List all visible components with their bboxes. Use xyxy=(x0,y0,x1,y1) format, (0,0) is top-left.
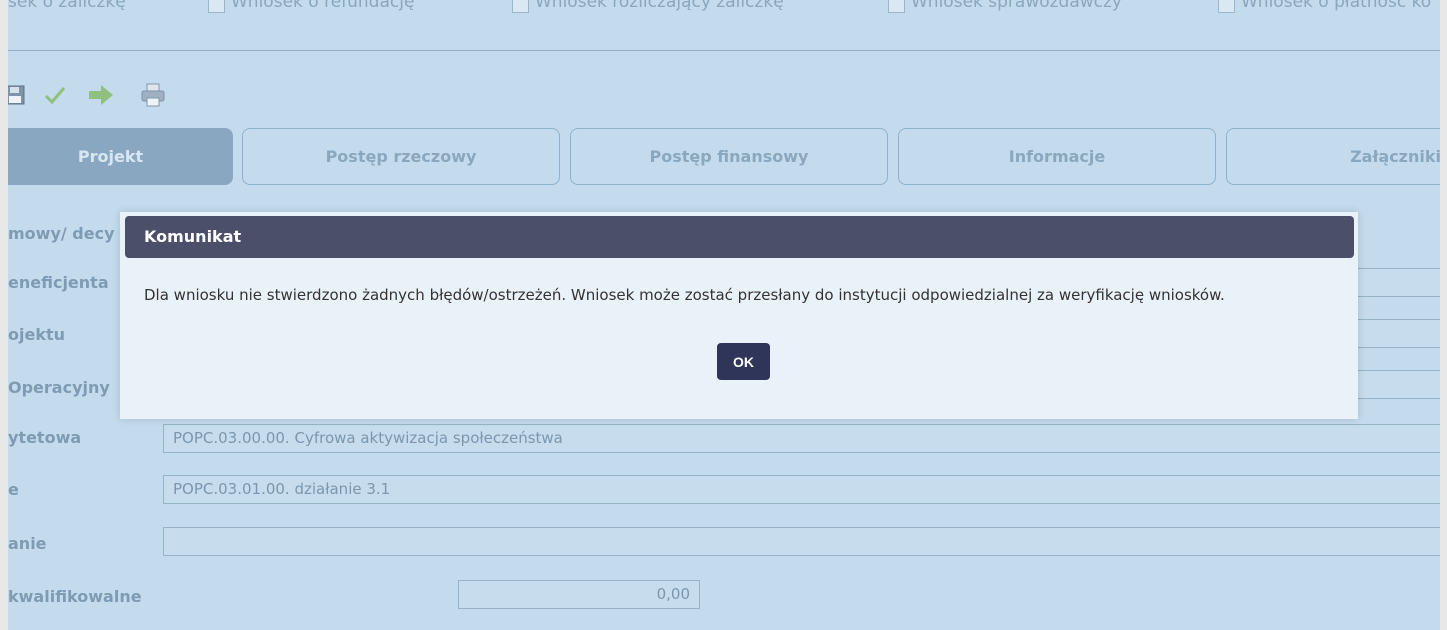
submeasure-field[interactable] xyxy=(163,527,1440,556)
checkbox-label: Wniosek rozliczający zaliczkę xyxy=(535,0,784,12)
checkbox-box[interactable] xyxy=(208,0,225,13)
checkbox-payment[interactable]: Wniosek o płatność ko xyxy=(1218,0,1432,22)
tab-projekt[interactable]: Projekt xyxy=(8,128,233,185)
checkbox-box[interactable] xyxy=(512,0,529,13)
row-label-decision: mowy/ decy xyxy=(8,224,115,243)
tab-informacje[interactable]: Informacje xyxy=(898,128,1216,185)
operational-field[interactable] xyxy=(1353,370,1440,399)
eligible-amount-field[interactable]: 0,00 xyxy=(458,580,700,609)
tab-label: Postęp rzeczowy xyxy=(325,147,477,166)
checkbox-report[interactable]: Wniosek sprawozdawczy xyxy=(888,0,1122,22)
checkbox-box[interactable] xyxy=(888,0,905,13)
dialog-message: Dla wniosku nie stwierdzono żadnych błęd… xyxy=(144,286,1225,304)
tab-postep-rzeczowy[interactable]: Postęp rzeczowy xyxy=(242,128,560,185)
arrow-right-icon[interactable] xyxy=(86,80,116,110)
dialog-title: Komunikat xyxy=(125,216,1354,258)
row-label-beneficiary: eneficjenta xyxy=(8,273,109,292)
tab-zalaczniki[interactable]: Załączniki xyxy=(1226,128,1440,185)
priority-axis-field[interactable]: POPC.03.00.00. Cyfrowa aktywizacja społe… xyxy=(163,424,1440,453)
checkbox-advance[interactable]: sek o zaliczkę xyxy=(8,0,126,22)
checkbox-label: Wniosek o płatność ko xyxy=(1241,0,1432,12)
row-label-submeasure: anie xyxy=(8,534,47,553)
check-icon[interactable] xyxy=(40,80,70,110)
tab-label: Projekt xyxy=(77,147,144,166)
checkbox-label: Wniosek o refundację xyxy=(231,0,415,12)
print-icon[interactable] xyxy=(138,80,168,110)
tab-postep-finansowy[interactable]: Postęp finansowy xyxy=(570,128,888,185)
tab-label: Informacje xyxy=(1008,147,1106,166)
row-label-measure: e xyxy=(8,480,19,499)
save-icon[interactable] xyxy=(8,80,30,110)
row-label-operational: Operacyjny xyxy=(8,378,110,397)
row-label-project: ojektu xyxy=(8,325,66,344)
request-type-strip: sek o zaliczkę Wniosek o refundację Wnio… xyxy=(8,0,1440,51)
tab-label: Postęp finansowy xyxy=(649,147,809,166)
project-field[interactable] xyxy=(1353,319,1440,348)
ok-button[interactable]: OK xyxy=(717,343,770,380)
beneficiary-field[interactable] xyxy=(1353,268,1440,297)
message-dialog: Komunikat Dla wniosku nie stwierdzono ża… xyxy=(120,212,1358,419)
row-label-priority: ytetowa xyxy=(8,428,82,447)
checkbox-label: Wniosek sprawozdawczy xyxy=(911,0,1122,12)
checkbox-label: sek o zaliczkę xyxy=(8,0,126,12)
checkbox-refund[interactable]: Wniosek o refundację xyxy=(208,0,415,22)
checkbox-settle-advance[interactable]: Wniosek rozliczający zaliczkę xyxy=(512,0,784,22)
tab-label: Załączniki xyxy=(1350,147,1440,166)
checkbox-box[interactable] xyxy=(1218,0,1235,13)
row-label-eligible: kwalifikowalne xyxy=(8,587,142,606)
measure-field[interactable]: POPC.03.01.00. działanie 3.1 xyxy=(163,475,1440,504)
